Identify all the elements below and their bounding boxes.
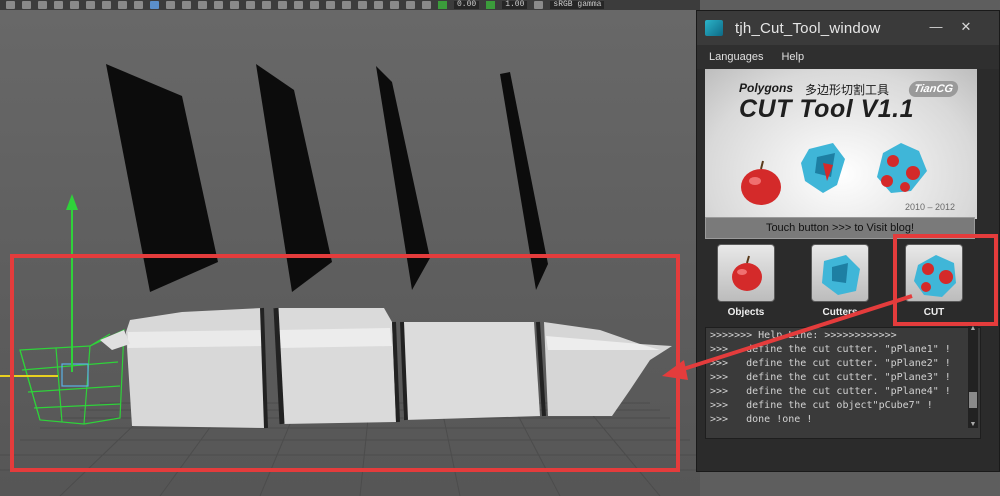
log-line: >>> define the cut cutter. "pPlane3" ! — [710, 372, 951, 383]
toolbar-icon[interactable] — [278, 1, 287, 9]
log-line: >>> define the cut cutter. "pPlane2" ! — [710, 358, 951, 369]
log-line: >>> done !one ! — [710, 414, 813, 425]
cutter-shards-icon — [811, 244, 869, 302]
toolbar-icon[interactable] — [22, 1, 31, 9]
toolbar-icon[interactable] — [406, 1, 415, 9]
toolbar-icon-active[interactable] — [150, 1, 159, 9]
toolbar-icon[interactable] — [6, 1, 15, 9]
objects-label: Objects — [727, 307, 765, 318]
toolbar-icon[interactable] — [182, 1, 191, 9]
exposure-field[interactable]: 0.00 — [454, 1, 480, 9]
toolbar-icon[interactable] — [166, 1, 175, 9]
cutters-label: Cutters — [822, 307, 858, 318]
log-line: >>> define the cut cutter. "pPlane1" ! — [710, 344, 951, 355]
toolbar-icon[interactable] — [54, 1, 63, 9]
toolbar-icon[interactable] — [390, 1, 399, 9]
scroll-up-icon[interactable]: ▲ — [969, 325, 977, 332]
tiancg-logo: TianCG — [907, 81, 960, 97]
minimize-icon[interactable]: — — [927, 19, 945, 35]
banner-title: CUT Tool V1.1 — [739, 95, 915, 123]
toolbar-icon[interactable] — [342, 1, 351, 9]
menu-languages[interactable]: Languages — [709, 51, 763, 63]
toolbar-icon[interactable] — [70, 1, 79, 9]
window-title: tjh_Cut_Tool_window — [735, 19, 881, 37]
toolbar-icon[interactable] — [38, 1, 47, 9]
toolbar-icon[interactable] — [374, 1, 383, 9]
banner-brand: Polygons — [739, 81, 794, 95]
log-line: >>> define the cut cutter. "pPlane4" ! — [710, 386, 951, 397]
apple-icon — [717, 244, 775, 302]
toolbar-icon[interactable] — [86, 1, 95, 9]
log-line: >>>>>>> Help Line: >>>>>>>>>>>> — [710, 330, 897, 341]
toolbar-icon[interactable] — [310, 1, 319, 9]
annotation-box-cut — [893, 234, 998, 326]
help-log[interactable]: >>>>>>> Help Line: >>>>>>>>>>>> >>> defi… — [705, 327, 981, 439]
banner-years: 2010 – 2012 — [905, 202, 956, 212]
log-line: >>> define the cut object"pCube7" ! — [710, 400, 933, 411]
scroll-thumb[interactable] — [969, 392, 977, 408]
exposure-icon[interactable] — [438, 1, 447, 9]
gamma-icon[interactable] — [486, 1, 496, 9]
toolbar-icon[interactable] — [230, 1, 239, 9]
maya-app-icon — [705, 20, 723, 36]
toolbar-icon[interactable] — [198, 1, 207, 9]
menu-bar: Languages Help — [697, 45, 999, 69]
toolbar-icon[interactable] — [102, 1, 111, 9]
toolbar-icon[interactable] — [358, 1, 367, 9]
log-scrollbar[interactable]: ▲ ▼ — [968, 325, 978, 428]
toolbar-icon[interactable] — [422, 1, 431, 9]
annotation-box-object — [10, 254, 680, 472]
colorspace-select[interactable]: sRGB gamma — [550, 1, 605, 9]
toolbar-icon[interactable] — [326, 1, 335, 9]
toolbar-icon[interactable] — [118, 1, 127, 9]
toolbar-icon[interactable] — [262, 1, 271, 9]
colorspace-icon[interactable] — [534, 1, 544, 9]
top-toolbar: 0.00 1.00 sRGB gamma — [0, 0, 700, 10]
toolbar-icon[interactable] — [294, 1, 303, 9]
gamma-field[interactable]: 1.00 — [502, 1, 528, 9]
tool-banner: Polygons 多边形切割工具 TianCG CUT Tool V1.1 20… — [705, 69, 977, 219]
toolbar-icon[interactable] — [214, 1, 223, 9]
menu-help[interactable]: Help — [781, 51, 804, 63]
toolbar-icon[interactable] — [246, 1, 255, 9]
objects-button[interactable]: Objects — [715, 244, 777, 318]
window-titlebar[interactable]: tjh_Cut_Tool_window — ✕ — [697, 11, 999, 45]
toolbar-icon[interactable] — [134, 1, 143, 9]
close-icon[interactable]: ✕ — [957, 19, 975, 35]
scroll-down-icon[interactable]: ▼ — [969, 421, 977, 428]
cutters-button[interactable]: Cutters — [809, 244, 871, 318]
